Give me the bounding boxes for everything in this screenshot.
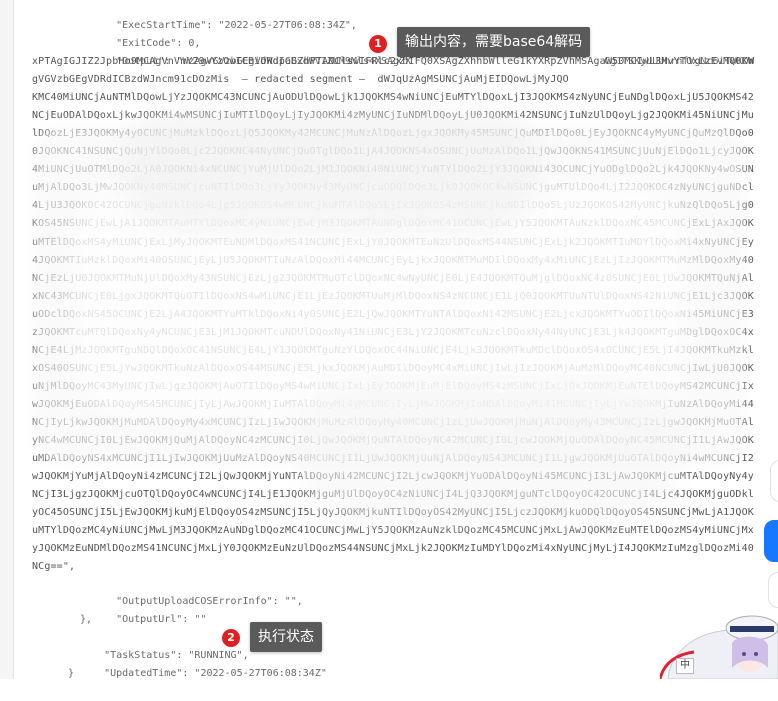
base64-line: uMTYlDQozMC4yNiUNCjMwLjM3JQOKMzAuNDglDQo… (32, 525, 754, 537)
base64-line: uMjAlDQo3LjMwJQOKNy40MSUNCjcuNTIlDQo3LjY… (32, 182, 754, 194)
base64-line: lDQozLjE3JQOKMy4yOCUNCjMuMzklDQozLjQ5JQO… (32, 128, 754, 140)
base64-line: NCjIyLjkwJQOKMjMuMDAlDQoyMy4xMCUNCjIzLjI… (32, 417, 754, 428)
outer-close-brace: } (68, 668, 75, 679)
base64-line: wJQOKMjYuMjAlDQoyNi4zMCUNCjI2LjQwJQOKMjY… (32, 471, 754, 483)
updated-time-key: "UpdatedTime" (104, 668, 183, 679)
base64-line: uODclDQoxNS45OCUNCjE2LjA4JQOKMTYuMTklDQo… (32, 308, 754, 320)
updated-time-value: "2022-05-27T06:08:34Z" (194, 668, 327, 679)
side-float-button[interactable] (768, 572, 778, 608)
base64-line: 0JQOKNC41NSUNCjQuNjYlDQo0Ljc2JQOKNC44NyU… (32, 146, 754, 158)
annotation-badge-1: 1 (369, 35, 387, 53)
editor-gutter (0, 0, 14, 679)
inner-close-brace: }, (80, 614, 93, 625)
output-url-value: "" (194, 614, 207, 625)
base64-line: yJQOKMzEuNDMlDQozMS41NCUNCjMxLjY0JQOKMzE… (32, 543, 754, 555)
exec-start-value: "2022-05-27T06:08:34Z" (218, 20, 351, 31)
updated-time-line: "UpdatedTime": "2022-05-27T06:08:34Z" (104, 668, 327, 679)
side-float-button-primary[interactable] (764, 520, 778, 562)
base64-line: KOS45NSUNCjEwLjA1JQOKMTAuMTYlDQoxMC4yNiU… (32, 218, 754, 230)
base64-line: NCg==", (32, 561, 76, 573)
base64-line: wJQOKMjEuODAlDQoyMS45MCUNCjIyLjAwJQOKMjI… (32, 398, 754, 410)
base64-line: gVGVzbGEgVDRdICBzdWJncm91cDOzMis — redac… (32, 74, 569, 86)
base64-line: xPTAgIGJIZ2JpbHo9MCAgVnVnY29wYzOwICBidWd… (32, 56, 754, 67)
base64-line: 4LjU3JQOKOC42OCUNCjguNzklDQo4Ljg5JQOKOS4… (32, 200, 754, 212)
base64-line: xOS40OSUNCjE5LjYwJQOKMTkuNzAlDQoxOS44MSU… (32, 362, 754, 374)
base64-line: NCjEuODAlDQoxLjkwJQOKMi4wMSUNCjIuMTIlDQo… (32, 110, 754, 122)
base64-line: 4JQOKMTIuMzklDQoxMi40OSUNCjEyLjU5JQOKMTI… (32, 254, 754, 266)
annotation-tooltip-output: 输出内容，需要base64解码 (397, 27, 591, 57)
base64-line: uMTElDQoxMS4yMiUNCjExLjMyJQOKMTEuNDMlDQo… (32, 236, 754, 248)
output-upload-value: "" (284, 596, 297, 607)
base64-line: yNC4wMCUNCjI0LjEwJQOKMjQuMjAlDQoyNC4zMCU… (32, 435, 754, 447)
base64-line: uNjMlDQoyMC43MyUNCjIwLjgzJQOKMjAuOTIlDQo… (32, 380, 754, 392)
output-url-key: "OutputUrl" (116, 614, 183, 625)
base64-line: NCjE4LjMzJQOKMTguNDQlDQoxOC41NSUNCjE4LjY… (32, 344, 754, 356)
base64-line: 4MiUNCjUuOTMlDQo2LjA0JQOKNi4xNCUNCjYuMjU… (32, 164, 754, 176)
base64-line: uMDAlDQoyNS4xMCUNCjI1LjIwJQOKMjUuMzAlDQo… (32, 453, 754, 465)
base64-line: yOC45OSUNCjI5LjEwJQOKMjkuMjElDQoyOS4zMSU… (32, 507, 754, 519)
annotation-tooltip-status: 执行状态 (250, 622, 322, 652)
base64-line: KMC40MiUNCjAuNTMlDQowLjYzJQOKMC43NCUNCjA… (32, 92, 754, 104)
base64-line: NCjI3LjgzJQOKMjcuOTQlDQoyOC4wNCUNCjI4LjE… (32, 489, 754, 501)
side-float-button[interactable] (770, 460, 778, 502)
base64-line: NCjEzLjU0JQOKMTMuNjUlDQoxMy43NSUNCjEzLjg… (32, 272, 754, 284)
base64-line: xNC43MCUNCjE0LjgxJQOKMTQuOTIlDQoxNS4wMiU… (32, 290, 754, 302)
base64-line: zJQOKMTcuMTQlDQoxNy4yNCUNCjE3LjM1JQOKMTc… (32, 326, 754, 338)
mascot-language-badge[interactable]: 中 (676, 658, 694, 674)
annotation-badge-2: 2 (222, 629, 240, 647)
